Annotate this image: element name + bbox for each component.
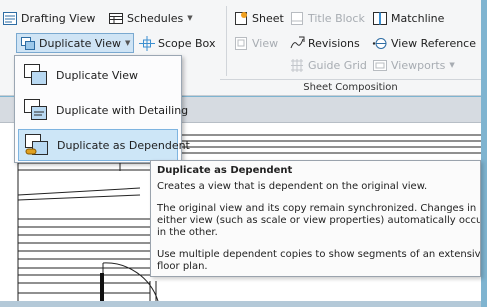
- sheet-button[interactable]: Sheet: [233, 8, 284, 28]
- duplicate-view-label: Duplicate View: [39, 36, 122, 50]
- tooltip-line: The original view and its copy remain sy…: [157, 203, 477, 214]
- tooltip-line: Use multiple dependent copies to show se…: [157, 249, 481, 260]
- schedules-label: Schedules: [127, 11, 184, 25]
- matchline-icon: [372, 11, 388, 26]
- revisions-button[interactable]: Revisions: [289, 33, 360, 53]
- matchline-label: Matchline: [391, 11, 445, 25]
- title-block-button[interactable]: Title Block: [289, 8, 365, 28]
- duplicate-view-dropdown: Duplicate View Duplicate with Detailing …: [14, 55, 190, 163]
- menu-item-label: Duplicate as Dependent: [57, 138, 190, 152]
- tooltip-line: in the other.: [157, 227, 218, 238]
- drafting-view-label: Drafting View: [21, 11, 96, 25]
- tooltip: Duplicate as Dependent Creates a view th…: [150, 160, 481, 277]
- sheet-label: Sheet: [252, 11, 284, 25]
- chevron-down-icon: ▼: [449, 61, 455, 69]
- revisions-label: Revisions: [308, 36, 360, 50]
- guide-grid-button[interactable]: Guide Grid: [289, 55, 367, 75]
- menu-item-duplicate-as-dependent[interactable]: Duplicate as Dependent: [18, 129, 190, 161]
- guide-grid-icon: [289, 58, 305, 73]
- guide-grid-label: Guide Grid: [308, 58, 367, 72]
- revisions-icon: [289, 36, 305, 51]
- menu-item-duplicate-with-detailing[interactable]: Duplicate with Detailing: [18, 94, 188, 126]
- title-block-icon: [289, 11, 305, 26]
- ribbon-separator: [226, 6, 227, 76]
- view-reference-icon: [372, 36, 388, 51]
- schedules-icon: [108, 11, 124, 26]
- tooltip-line: either view (such as scale or view prope…: [157, 215, 481, 226]
- menu-item-duplicate-view[interactable]: Duplicate View: [18, 59, 178, 91]
- status-bar: [0, 301, 481, 307]
- view-reference-label: View Reference: [391, 36, 476, 50]
- viewports-button[interactable]: Viewports ▼: [372, 55, 455, 75]
- drafting-view-button[interactable]: Drafting View: [2, 8, 95, 28]
- title-block-label: Title Block: [308, 11, 365, 25]
- duplicate-view-icon: [20, 36, 36, 51]
- duplicate-view-button[interactable]: Duplicate View ▼: [16, 33, 135, 53]
- scope-box-button[interactable]: Scope Box: [139, 33, 215, 53]
- view-icon: [233, 36, 249, 51]
- view-button[interactable]: View: [233, 33, 278, 53]
- viewports-label: Viewports: [391, 58, 446, 72]
- tooltip-line: Creates a view that is dependent on the …: [157, 181, 428, 192]
- matchline-button[interactable]: Matchline: [372, 8, 444, 28]
- duplicate-view-icon: [23, 63, 49, 87]
- sheet-composition-panel-title: Sheet Composition: [220, 79, 481, 95]
- dependent-icon: [24, 133, 50, 157]
- schedules-button[interactable]: Schedules ▼: [108, 8, 193, 28]
- chevron-down-icon: ▼: [187, 14, 193, 22]
- drafting-view-icon: [2, 11, 18, 26]
- menu-item-label: Duplicate with Detailing: [56, 103, 189, 117]
- scope-box-label: Scope Box: [158, 36, 216, 50]
- viewports-icon: [372, 58, 388, 73]
- tooltip-line: floor plan.: [157, 261, 208, 272]
- chevron-down-icon: ▼: [125, 39, 131, 47]
- scope-box-icon: [139, 35, 155, 51]
- sheet-icon: [233, 11, 249, 26]
- view-reference-button[interactable]: View Reference: [372, 33, 476, 53]
- menu-item-label: Duplicate View: [56, 68, 139, 82]
- duplicate-with-detailing-icon: [23, 98, 49, 122]
- tooltip-title: Duplicate as Dependent: [157, 165, 293, 176]
- view-label: View: [252, 36, 279, 50]
